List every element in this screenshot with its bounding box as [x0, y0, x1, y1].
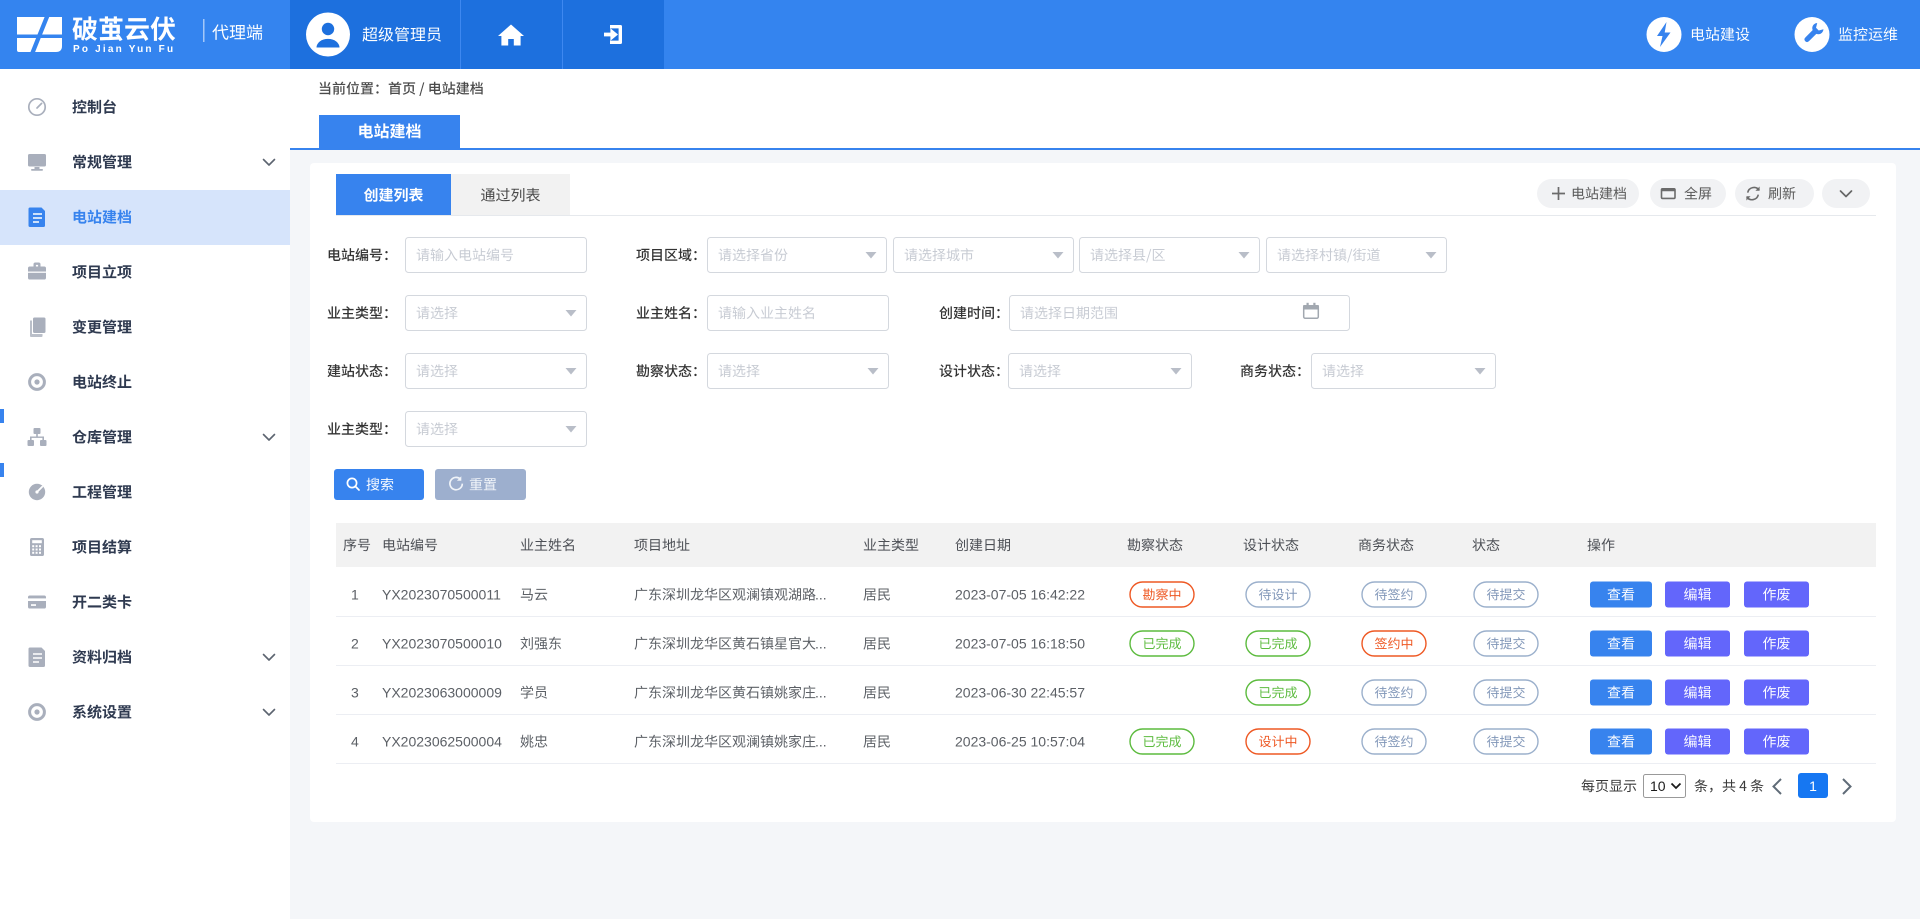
svg-text:...: ...	[815, 586, 827, 602]
svg-text:10: 10	[1650, 778, 1666, 794]
svg-text:1: 1	[351, 586, 359, 602]
svg-text:2023-07-05 16:42:22: 2023-07-05 16:42:22	[955, 586, 1085, 602]
svg-text:2: 2	[351, 635, 359, 651]
svg-text:Po Jian Yun Fu: Po Jian Yun Fu	[73, 44, 175, 55]
svg-text:YX2023070500010: YX2023070500010	[382, 635, 502, 651]
svg-text:1: 1	[1809, 778, 1817, 794]
svg-text:YX2023062500004: YX2023062500004	[382, 733, 502, 749]
svg-text:YX2023070500011: YX2023070500011	[382, 586, 501, 602]
svg-text:4: 4	[351, 733, 359, 749]
svg-text:...: ...	[815, 684, 827, 700]
svg-text:...: ...	[815, 635, 827, 651]
svg-text:2023-06-30 22:45:57: 2023-06-30 22:45:57	[955, 684, 1085, 700]
svg-text:YX2023063000009: YX2023063000009	[382, 684, 502, 700]
svg-text:2023-07-05 16:18:50: 2023-07-05 16:18:50	[955, 635, 1085, 651]
svg-text:2023-06-25 10:57:04: 2023-06-25 10:57:04	[955, 733, 1085, 749]
svg-text:3: 3	[351, 684, 359, 700]
svg-text:...: ...	[815, 733, 827, 749]
